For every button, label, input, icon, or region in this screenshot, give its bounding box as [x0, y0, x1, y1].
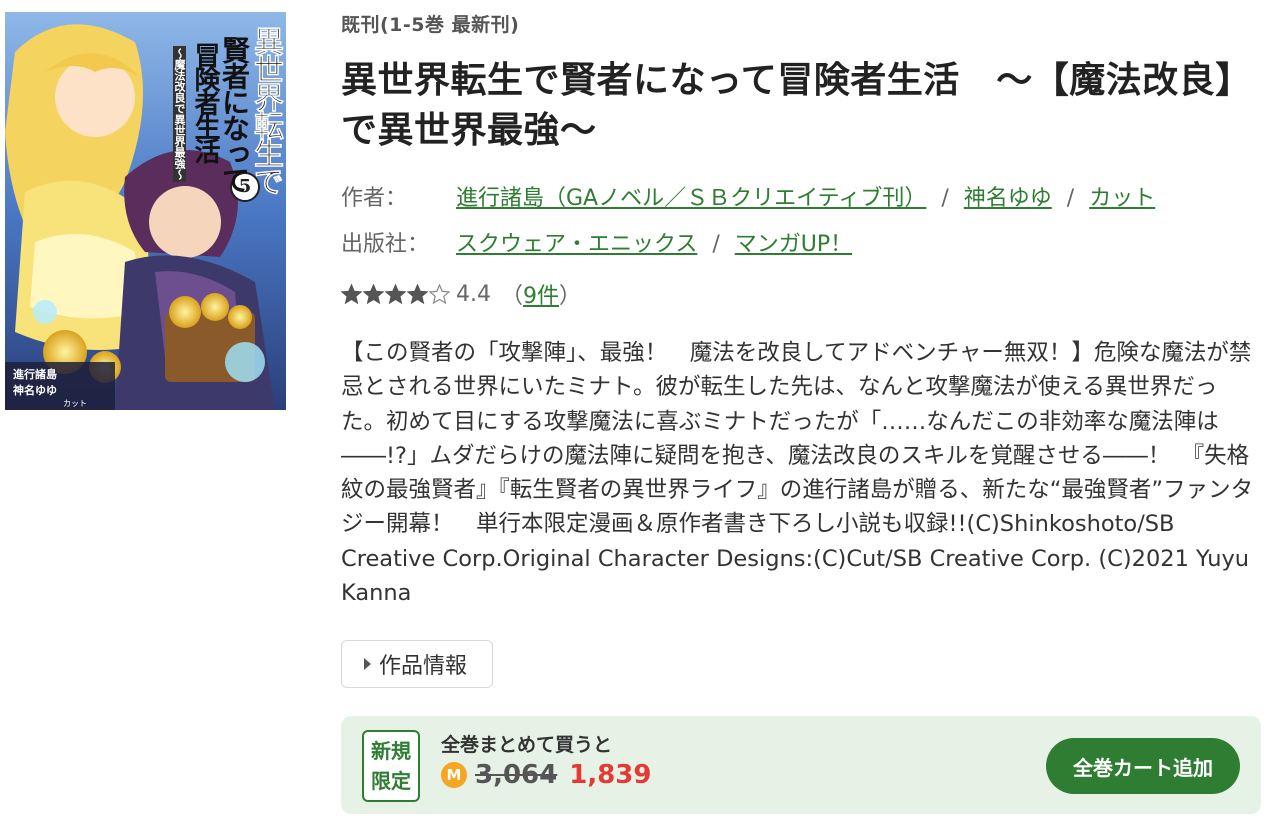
bulk-buy-label: 全巻まとめて買うと: [441, 734, 613, 756]
star-filled-icon: [363, 283, 384, 304]
rating-score: 4.4: [456, 281, 491, 307]
author-separator: /: [941, 186, 949, 211]
price-row: M 3,064 1,839: [441, 760, 652, 790]
author-link-shinkoshoto[interactable]: 進行諸島（GAノベル／ＳＢクリエイティブ刊）: [456, 186, 926, 211]
author-separator: /: [1066, 186, 1075, 211]
original-price: 3,064: [475, 760, 558, 790]
sale-price: 1,839: [569, 760, 652, 790]
star-empty-icon: [429, 283, 450, 304]
rating-stars: [341, 283, 450, 305]
star-filled-icon: [407, 283, 428, 304]
publisher-link-manga-up[interactable]: マンガUP！: [735, 232, 852, 257]
cover-volume-number: 5: [238, 176, 252, 197]
work-info-label: 作品情報: [379, 654, 468, 679]
paren-open: （: [501, 284, 524, 309]
review-count-wrapper: （9件）: [501, 278, 581, 310]
bulk-buy-panel: 新規 限定 全巻まとめて買うと M 3,064 1,839 全巻カート追加: [341, 716, 1261, 814]
star-filled-icon: [341, 283, 362, 304]
publisher-link-square-enix[interactable]: スクウェア・エニックス: [456, 232, 697, 257]
cover-title-line2: 賢者になって: [218, 36, 251, 192]
authors-row: 作者： 進行諸島（GAノベル／ＳＢクリエイティブ刊） / 神名ゆゆ / カット: [341, 180, 1201, 212]
authors-label: 作者：: [341, 186, 408, 211]
page-title: 異世界転生で賢者になって冒険者生活 ～【魔法改良】で異世界最強～: [341, 60, 1234, 151]
caret-right-icon: [364, 658, 371, 670]
new-limited-badge: 新規 限定: [362, 730, 420, 802]
cover-title-line3: 冒険者生活: [190, 42, 220, 162]
publisher-separator: /: [712, 232, 720, 257]
rating: 4.4 （9件）: [341, 278, 581, 310]
cover-credit-artist: 神名ゆゆ: [13, 384, 57, 397]
cover-subtitle: 〜魔法改良で異世界最強〜: [173, 46, 186, 182]
paren-close: ）: [559, 284, 582, 309]
author-link-cut[interactable]: カット: [1089, 186, 1155, 211]
coin-icon: M: [441, 762, 467, 788]
cover-credit-author: 進行諸島: [13, 368, 57, 381]
badge-line2: 限定: [371, 769, 411, 793]
work-info-toggle[interactable]: 作品情報: [341, 640, 493, 688]
review-count-link[interactable]: 9件: [523, 284, 559, 309]
publishers-row: 出版社： スクウェア・エニックス / マンガUP！: [341, 226, 852, 258]
description: 【この賢者の「攻撃陣」、最強！ 魔法を改良してアドベンチャー無双！】危険な魔法が…: [341, 340, 1254, 607]
add-all-to-cart-button[interactable]: 全巻カート追加: [1046, 738, 1240, 794]
badge-line1: 新規: [371, 739, 411, 763]
publishers-label: 出版社：: [341, 232, 430, 257]
author-link-kanna[interactable]: 神名ゆゆ: [964, 186, 1052, 211]
cover-title-line1: 異世界転生で: [248, 26, 284, 195]
series-status: 既刊(1-5巻 最新刊): [341, 14, 520, 36]
star-filled-icon: [385, 283, 406, 304]
book-cover[interactable]: 異世界転生で 賢者になって 冒険者生活 〜魔法改良で異世界最強〜 5 進行諸島 …: [5, 12, 286, 410]
cover-credit-chara: カット: [63, 399, 87, 408]
